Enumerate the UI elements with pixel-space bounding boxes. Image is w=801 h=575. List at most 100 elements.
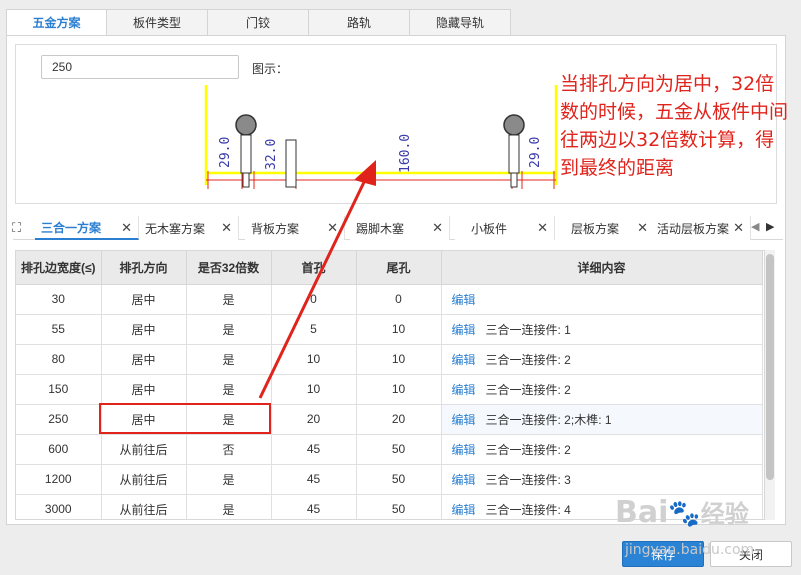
table-cell: 20 xyxy=(356,404,442,435)
subtab-back-panel[interactable]: 背板方案 ✕ xyxy=(245,216,345,240)
edit-link[interactable]: 编辑 xyxy=(452,503,476,517)
close-icon[interactable]: ✕ xyxy=(733,220,744,236)
table-cell: 600 xyxy=(16,434,102,465)
close-icon[interactable]: ✕ xyxy=(637,220,648,236)
col-header[interactable]: 排孔边宽度(≤) xyxy=(16,251,102,285)
left-cam-lock xyxy=(235,114,257,136)
table-cell: 250 xyxy=(16,404,102,435)
dowel xyxy=(285,139,297,188)
tab-board-type[interactable]: 板件类型 xyxy=(107,9,208,36)
table-cell: 150 xyxy=(16,374,102,405)
table-row[interactable]: 30 居中是 0 0 编辑 xyxy=(16,284,763,315)
detail-cell: 编辑 三合一连接件: 2 xyxy=(441,434,763,465)
table-row[interactable]: 150 居中是 10 10 编辑 三合一连接件: 2 xyxy=(16,374,763,405)
table-cell: 10 xyxy=(356,314,442,345)
subtab-no-dowel[interactable]: 无木塞方案 ✕ xyxy=(139,216,239,240)
tab-hinge[interactable]: 门铰 xyxy=(208,9,309,36)
col-header[interactable]: 详细内容 xyxy=(441,251,763,285)
detail-cell: 编辑 xyxy=(441,284,763,315)
table-cell: 20 xyxy=(271,404,357,435)
detail-cell: 编辑 三合一连接件: 2;木榫: 1 xyxy=(441,404,763,435)
subtab-label: 小板件 xyxy=(471,221,508,236)
edit-link[interactable]: 编辑 xyxy=(452,353,476,367)
col-header[interactable]: 首孔 xyxy=(271,251,357,285)
table-cell: 45 xyxy=(271,494,357,519)
subtab-shelf[interactable]: 层板方案 ✕ xyxy=(555,216,655,240)
dim-label-left: 29.0 xyxy=(218,137,233,168)
table-cell: 45 xyxy=(271,434,357,465)
close-icon[interactable]: ✕ xyxy=(537,220,548,236)
right-cam-lock xyxy=(503,114,525,136)
detail-cell: 编辑 三合一连接件: 3 xyxy=(441,464,763,495)
edit-link[interactable]: 编辑 xyxy=(452,293,476,307)
table-cell: 80 xyxy=(16,344,102,375)
watermark-logo: Bai🐾经验 xyxy=(615,495,749,530)
table-cell: 0 xyxy=(356,284,442,315)
table-cell: 是 xyxy=(186,464,272,495)
table-cell: 从前往后 xyxy=(101,494,187,519)
detail-text: 三合一连接件: 2 xyxy=(485,382,571,397)
table-row[interactable]: 55 居中是 5 10 编辑 三合一连接件: 1 xyxy=(16,314,763,345)
tab-hardware-scheme[interactable]: 五金方案 xyxy=(6,9,107,36)
table-cell: 居中 xyxy=(101,314,187,345)
edit-link[interactable]: 编辑 xyxy=(452,473,476,487)
left-cam-body xyxy=(240,134,252,174)
table-cell: 否 xyxy=(186,434,272,465)
table-cell: 10 xyxy=(356,374,442,405)
tabs-scroll-right-icon[interactable]: ▶ xyxy=(766,220,774,233)
subtab-label: 踢脚木塞 xyxy=(356,221,405,236)
close-icon[interactable]: ✕ xyxy=(221,220,232,236)
subtab-kick-dowel[interactable]: 踢脚木塞 ✕ xyxy=(350,216,450,240)
table-cell: 50 xyxy=(356,434,442,465)
scrollbar-thumb[interactable] xyxy=(766,254,774,480)
table-cell: 居中 xyxy=(101,344,187,375)
subtab-three-in-one[interactable]: 三合一方案 ✕ xyxy=(35,216,139,240)
detail-cell: 编辑 三合一连接件: 2 xyxy=(441,344,763,375)
subtab-movable-shelf[interactable]: 活动层板方案 ✕ xyxy=(651,216,751,240)
table-cell: 50 xyxy=(356,494,442,519)
dim-label-right: 29.0 xyxy=(528,137,543,168)
col-header[interactable]: 排孔方向 xyxy=(101,251,187,285)
table-cell: 3000 xyxy=(16,494,102,519)
subtab-label: 无木塞方案 xyxy=(145,221,206,236)
table-cell: 从前往后 xyxy=(101,434,187,465)
sub-tab-bar: 三合一方案 ✕ 无木塞方案 ✕ 背板方案 ✕ 踢脚木塞 ✕ 小板件 ✕ 层板方案 ✕ 活动层… xyxy=(13,216,783,240)
table-cell: 从前往后 xyxy=(101,464,187,495)
col-header[interactable]: 尾孔 xyxy=(356,251,442,285)
edit-link[interactable]: 编辑 xyxy=(452,323,476,337)
detail-cell: 编辑 三合一连接件: 2 xyxy=(441,374,763,405)
table-cell: 居中 xyxy=(101,374,187,405)
table-cell: 5 xyxy=(271,314,357,345)
detail-text: 三合一连接件: 2;木榫: 1 xyxy=(485,412,612,427)
table-scrollbar[interactable] xyxy=(765,250,775,520)
table-row[interactable]: 1200 从前往后是 45 50 编辑 三合一连接件: 3 xyxy=(16,464,763,495)
table-cell: 是 xyxy=(186,314,272,345)
edit-link[interactable]: 编辑 xyxy=(452,413,476,427)
table-cell: 50 xyxy=(356,464,442,495)
tabs-scroll-left-icon[interactable]: ◀ xyxy=(751,220,759,233)
subtab-small-board[interactable]: 小板件 ✕ xyxy=(455,216,555,240)
detail-cell: 编辑 三合一连接件: 1 xyxy=(441,314,763,345)
watermark-url: jingyan.baidu.com xyxy=(625,542,755,558)
close-icon[interactable]: ✕ xyxy=(121,220,132,236)
tab-hidden-rail[interactable]: 隐藏导轨 xyxy=(410,9,511,36)
close-icon[interactable]: ✕ xyxy=(327,220,338,236)
table-cell: 10 xyxy=(271,344,357,375)
col-header[interactable]: 是否32倍数 xyxy=(186,251,272,285)
table-row[interactable]: 80 居中是 10 10 编辑 三合一连接件: 2 xyxy=(16,344,763,375)
detail-text: 三合一连接件: 2 xyxy=(485,442,571,457)
table-header-row: 排孔边宽度(≤) 排孔方向 是否32倍数 首孔 尾孔 详细内容 xyxy=(16,251,763,285)
tab-rail[interactable]: 路轨 xyxy=(309,9,410,36)
dim-label-32: 32.0 xyxy=(264,139,279,170)
table-cell: 是 xyxy=(186,284,272,315)
table-cell: 是 xyxy=(186,494,272,519)
edit-link[interactable]: 编辑 xyxy=(452,383,476,397)
close-icon[interactable]: ✕ xyxy=(432,220,443,236)
table-row[interactable]: 600 从前往后否 45 50 编辑 三合一连接件: 2 xyxy=(16,434,763,465)
table-cell: 是 xyxy=(186,344,272,375)
top-tab-bar: 五金方案 板件类型 门铰 路轨 隐藏导轨 xyxy=(6,9,511,36)
rule-table: 排孔边宽度(≤) 排孔方向 是否32倍数 首孔 尾孔 详细内容 30 居中是 0 0 编… xyxy=(15,250,765,520)
dim-label-center: 160.0 xyxy=(398,134,413,173)
subtab-label: 三合一方案 xyxy=(41,220,102,235)
edit-link[interactable]: 编辑 xyxy=(452,443,476,457)
